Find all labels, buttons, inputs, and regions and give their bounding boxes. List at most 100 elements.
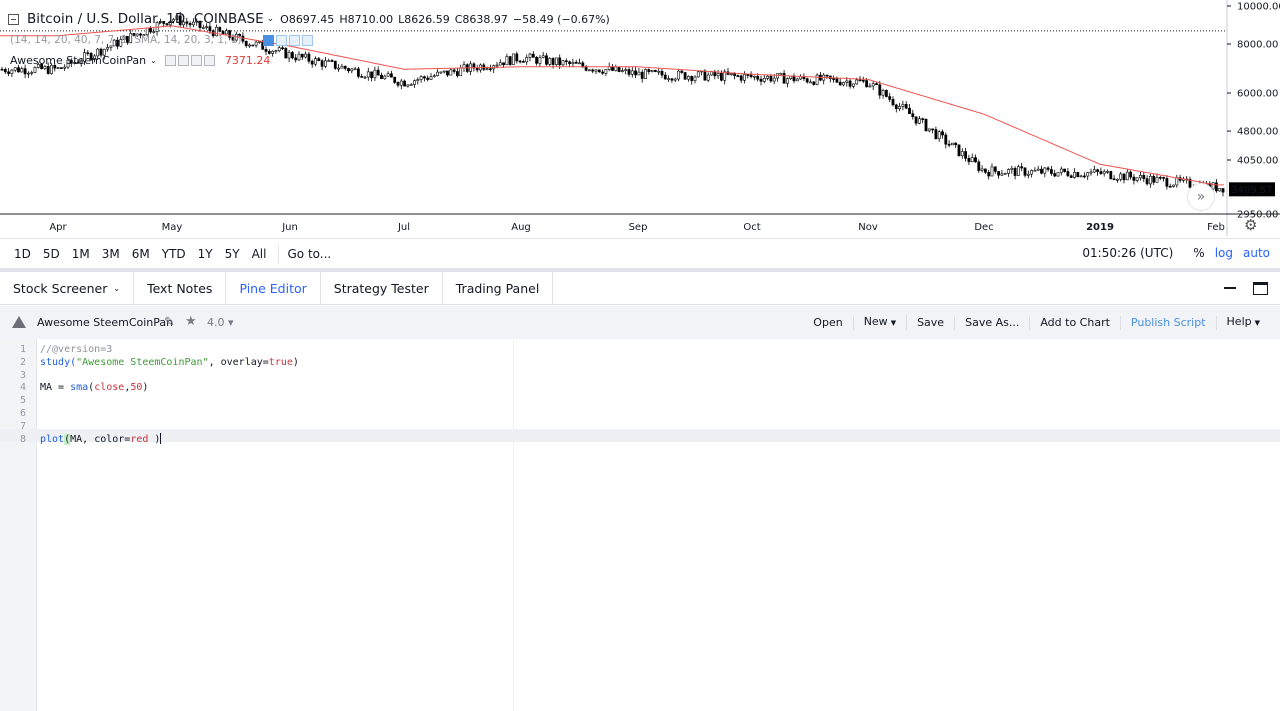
- range-1m[interactable]: 1M: [66, 247, 96, 261]
- double-chevron-right-icon[interactable]: »: [1187, 183, 1215, 211]
- add-to-chart-button[interactable]: Add to Chart: [1030, 315, 1121, 330]
- chevron-down-icon[interactable]: ⌄: [150, 56, 157, 65]
- candle-body: [571, 61, 575, 65]
- candle-body: [970, 157, 974, 163]
- time-axis-label: Apr: [49, 222, 67, 233]
- candle-body: [277, 47, 281, 52]
- candle-body: [1106, 171, 1109, 173]
- code-editor[interactable]: 1 //@version=3 2 study("Awesome SteemCoinPa…: [0, 339, 1280, 711]
- log-scale-toggle[interactable]: log: [1215, 246, 1233, 260]
- utc-clock[interactable]: 01:50:26 (UTC): [1082, 246, 1173, 260]
- candle-body: [901, 104, 905, 107]
- gear-icon[interactable]: ⚙: [1244, 216, 1257, 234]
- range-6m[interactable]: 6M: [126, 247, 156, 261]
- candle-body: [1016, 166, 1020, 176]
- eye-icon[interactable]: [263, 34, 275, 46]
- code-line[interactable]: 6: [0, 407, 1280, 420]
- auto-scale-toggle[interactable]: auto: [1243, 246, 1270, 260]
- range-5d[interactable]: 5D: [37, 247, 66, 261]
- candle-body: [868, 85, 872, 88]
- candle-body: [436, 71, 440, 76]
- code-line[interactable]: 8 plot(MA, color=red ): [0, 433, 1280, 446]
- candle-body: [944, 134, 948, 145]
- chevron-down-icon[interactable]: ⌄: [267, 14, 275, 24]
- scale-controls: 01:50:26 (UTC) % log auto: [1082, 246, 1270, 260]
- candle-body: [686, 76, 690, 80]
- price-axis-label: 6000.00: [1237, 89, 1278, 100]
- line-source[interactable]: plot(MA, color=red ): [40, 433, 162, 446]
- candle-body: [587, 69, 591, 72]
- tab-stock-screener[interactable]: Stock Screener ⌄: [0, 272, 135, 305]
- chart-pane[interactable]: 10000.00 8000.00 6000.00 4800.00 4050.00 2950…: [0, 0, 1280, 236]
- tab-pine-editor[interactable]: Pine Editor: [226, 272, 321, 305]
- open-button[interactable]: Open: [803, 315, 854, 330]
- hidden-indicator-params[interactable]: (14, 14, 20, 40, 7, 7, 1, SMA, 14, 20, 3…: [10, 34, 241, 46]
- code-line[interactable]: 5: [0, 394, 1280, 407]
- publish-script-button[interactable]: Publish Script: [1121, 315, 1217, 330]
- candle-body: [525, 57, 529, 63]
- candle-body: [264, 49, 268, 52]
- tab-label: Text Notes: [147, 281, 213, 296]
- candle-body: [980, 168, 984, 171]
- collapse-legend-icon[interactable]: [8, 13, 19, 25]
- candle-body: [1003, 173, 1007, 175]
- range-1y[interactable]: 1Y: [192, 247, 219, 261]
- candle-body: [218, 26, 222, 32]
- line-source[interactable]: //@version=3: [40, 343, 112, 356]
- candle-body: [921, 118, 925, 120]
- candle-body: [660, 70, 664, 76]
- goto-button[interactable]: Go to...: [287, 247, 331, 261]
- candle-body: [208, 26, 212, 32]
- candle-body: [413, 80, 416, 85]
- code-token: red: [130, 433, 149, 445]
- range-1d[interactable]: 1D: [0, 247, 37, 261]
- candle-body: [947, 143, 951, 146]
- settings-mini-icon[interactable]: [276, 34, 288, 46]
- candle-body: [370, 71, 374, 79]
- candle-body: [805, 78, 809, 83]
- version-dropdown[interactable]: 4.0 ▾: [207, 316, 234, 329]
- source-code-icon[interactable]: [289, 34, 301, 46]
- tab-strategy-tester[interactable]: Strategy Tester: [321, 272, 443, 305]
- tab-trading-panel[interactable]: Trading Panel: [443, 272, 554, 305]
- save-button[interactable]: Save: [907, 315, 956, 330]
- range-3m[interactable]: 3M: [96, 247, 126, 261]
- close-icon[interactable]: [302, 34, 314, 46]
- line-source[interactable]: study("Awesome SteemCoinPan", overlay=tr…: [40, 356, 299, 369]
- indicator-name[interactable]: Awesome SteemCoinPan: [10, 54, 146, 67]
- percent-scale-toggle[interactable]: %: [1193, 246, 1204, 260]
- help-button[interactable]: Help ▼: [1217, 315, 1270, 330]
- new-button[interactable]: New ▼: [854, 315, 908, 330]
- source-code-icon[interactable]: [190, 55, 202, 66]
- line-source[interactable]: MA = sma(close,50): [40, 381, 148, 394]
- candle-body: [389, 73, 393, 78]
- line-number: 3: [19, 369, 26, 381]
- star-icon[interactable]: ★: [185, 314, 197, 329]
- settings-mini-icon[interactable]: [177, 55, 189, 66]
- symbol-title[interactable]: Bitcoin / U.S. Dollar, 1D, COINBASE: [27, 11, 264, 27]
- code-line[interactable]: 4 MA = sma(close,50): [0, 381, 1280, 394]
- minimize-panel-icon[interactable]: [1224, 287, 1236, 289]
- range-ytd[interactable]: YTD: [156, 247, 192, 261]
- code-line[interactable]: 7: [0, 420, 1280, 433]
- candle-body: [422, 76, 426, 79]
- range-all[interactable]: All: [246, 247, 273, 261]
- code-line[interactable]: 1 //@version=3: [0, 343, 1280, 356]
- candle-body: [528, 53, 532, 58]
- maximize-panel-icon[interactable]: [1253, 282, 1268, 295]
- candle-body: [393, 76, 397, 83]
- code-line[interactable]: 3: [0, 369, 1280, 382]
- candle-body: [1046, 167, 1050, 170]
- tab-text-notes[interactable]: Text Notes: [134, 272, 227, 305]
- eye-icon[interactable]: [164, 55, 176, 66]
- close-icon[interactable]: [203, 55, 215, 66]
- candle-body: [10, 69, 14, 74]
- pencil-icon[interactable]: ✎: [164, 315, 175, 330]
- candle-body: [1172, 184, 1175, 187]
- range-5y[interactable]: 5Y: [219, 247, 246, 261]
- candle-body: [1096, 169, 1100, 172]
- save-as-button[interactable]: Save As...: [955, 315, 1031, 330]
- chevron-down-icon[interactable]: ⌄: [113, 284, 120, 293]
- code-line[interactable]: 2 study("Awesome SteemCoinPan", overlay=t…: [0, 356, 1280, 369]
- candle-body: [861, 79, 865, 82]
